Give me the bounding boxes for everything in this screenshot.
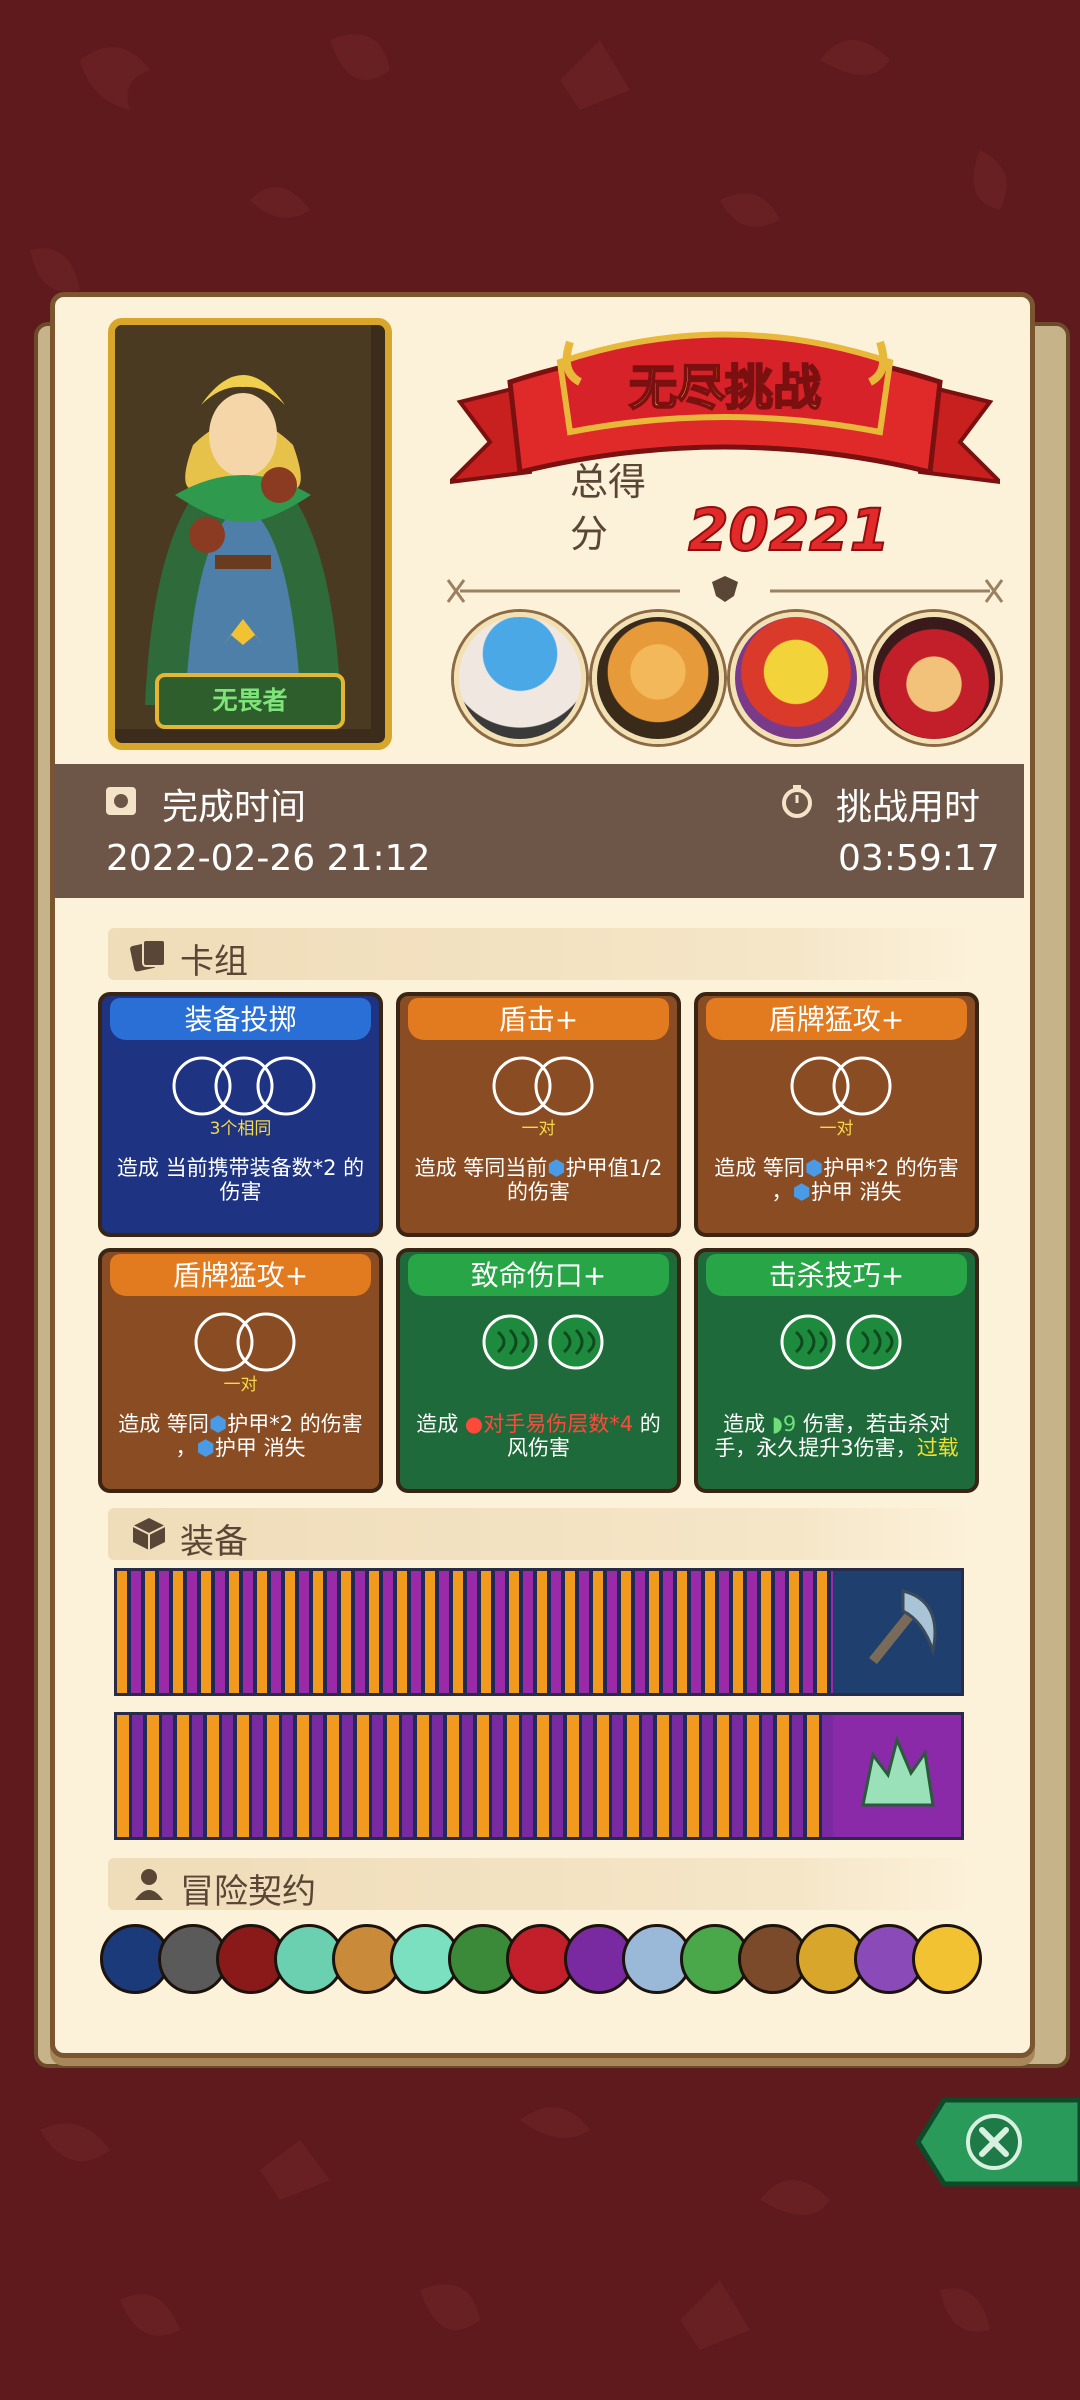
card-title: 击杀技巧+ — [706, 1254, 967, 1296]
card-desc-part: 造成 等同 — [714, 1156, 805, 1180]
card-desc-highlight: 过载 — [916, 1436, 959, 1460]
equipment-section-title: 装备 — [180, 1522, 248, 1562]
score-value: 20221 — [687, 496, 891, 564]
card-shield-assault[interactable]: 盾牌猛攻+ 一对 造成 等同⬢护甲*2 的伤害 ，⬢护甲 消失 — [694, 992, 979, 1237]
two-rings-icon — [194, 1312, 296, 1372]
gold-coin-icon[interactable] — [912, 1924, 982, 1994]
contract-section-title: 冒险契约 — [180, 1872, 316, 1912]
info-bar: 完成时间 2022-02-26 21:12 挑战用时 03:59:17 — [54, 764, 1024, 898]
equipment-slot-2[interactable] — [114, 1712, 964, 1840]
three-rings-icon — [172, 1056, 316, 1116]
hero-knight-icon — [115, 325, 371, 729]
two-rings-icon — [790, 1056, 892, 1116]
card-desc-part: 造成 — [723, 1412, 766, 1436]
card-desc-part: 造成 等同 — [118, 1412, 209, 1436]
card-desc-part: 护甲*2 的伤害 — [823, 1156, 959, 1180]
card-desc-line2: 伤害 — [219, 1180, 262, 1204]
card-shield-assault-2[interactable]: 盾牌猛攻+ 一对 造成 等同⬢护甲*2 的伤害 ，⬢护甲 消失 — [98, 1248, 383, 1493]
calendar-icon — [106, 787, 136, 815]
card-desc-part: 护甲值1/2 — [565, 1156, 663, 1180]
two-rings-icon — [492, 1056, 594, 1116]
card-title: 盾击+ — [408, 998, 669, 1040]
card-desc-line1: 造成 当前携带装备数*2 的 — [116, 1156, 365, 1180]
wind-orbs-icon — [482, 1314, 604, 1370]
devil-icon: ● — [464, 1412, 484, 1436]
close-icon — [966, 2114, 1022, 2170]
red-hat-demon-boss-icon[interactable] — [868, 612, 1000, 744]
card-equipment-throw[interactable]: 装备投掷 3个相同 造成 当前携带装备数*2 的 伤害 — [98, 992, 383, 1237]
scythe-axe-icon — [869, 1589, 937, 1665]
boss-divider — [446, 576, 1004, 603]
card-desc-part: ， — [771, 1180, 793, 1204]
shield-icon: ⬢ — [547, 1156, 566, 1180]
card-desc-part: 手，永久提升3伤害， — [714, 1436, 917, 1460]
yellow-demon-boss-icon[interactable] — [730, 612, 862, 744]
finish-time-value: 2022-02-26 21:12 — [106, 838, 431, 879]
card-desc-highlight: 对手易伤层数*4 — [483, 1412, 634, 1436]
contract-list — [100, 1924, 982, 1996]
person-icon — [135, 1869, 163, 1900]
card-kill-technique[interactable]: 击杀技巧+ 造成 ◗9 伤害，若击杀对 手，永久提升3伤害，过载 — [694, 1248, 979, 1493]
green-crystal-icon — [861, 1735, 935, 1807]
wind-icon: ◗ — [771, 1412, 783, 1436]
card-requirement: 一对 — [819, 1119, 854, 1139]
hero-name: 无畏者 — [155, 673, 345, 729]
contract-section-header: 冒险契约 — [108, 1858, 968, 1912]
hero-portrait[interactable]: 无畏者 — [108, 318, 392, 750]
deck-section-header: 卡组 — [108, 928, 968, 982]
challenge-time-label: 挑战用时 — [836, 787, 981, 828]
boss-list — [452, 612, 1000, 744]
deck-section-title: 卡组 — [180, 942, 248, 982]
banner-title: 无尽挑战 — [628, 359, 822, 417]
equipment-slot-1[interactable] — [114, 1568, 964, 1696]
card-desc-part: 护甲*2 的伤害 — [227, 1412, 363, 1436]
card-title: 盾牌猛攻+ — [110, 1254, 371, 1296]
equipment-section-header: 装备 — [108, 1508, 968, 1562]
card-title: 致命伤口+ — [408, 1254, 669, 1296]
stopwatch-icon — [782, 785, 812, 818]
card-desc-line2: 的伤害 — [507, 1180, 570, 1204]
card-requirement: 一对 — [521, 1119, 556, 1139]
card-desc-part: 护甲 消失 — [810, 1180, 902, 1204]
score-line: 总得分 20221 — [570, 460, 891, 564]
card-description: 造成 等同⬢护甲*2 的伤害 ，⬢护甲 消失 — [108, 1412, 373, 1460]
card-description: 造成 ◗9 伤害，若击杀对 手，永久提升3伤害，过载 — [704, 1412, 969, 1460]
card-title: 装备投掷 — [110, 998, 371, 1040]
card-desc-part: 护甲 消失 — [214, 1436, 306, 1460]
card-desc-part: 造成 — [416, 1412, 459, 1436]
shield-icon: ⬢ — [804, 1156, 824, 1180]
challenge-time-value: 03:59:17 — [838, 838, 1000, 879]
card-requirement: 一对 — [223, 1375, 258, 1395]
card-description: 造成 当前携带装备数*2 的 伤害 — [108, 1156, 373, 1204]
card-description: 造成 ●对手易伤层数*4 的 风伤害 — [406, 1412, 671, 1460]
equipment-icon-panel — [833, 1715, 961, 1837]
finish-time-label: 完成时间 — [162, 787, 307, 828]
card-shield-bash[interactable]: 盾击+ 一对 造成 等同当前⬢护甲值1/2 的伤害 — [396, 992, 681, 1237]
card-fatal-wound[interactable]: 致命伤口+ 造成 ●对手易伤层数*4 的 风伤害 — [396, 1248, 681, 1493]
card-title: 盾牌猛攻+ — [706, 998, 967, 1040]
card-requirement: 3个相同 — [209, 1119, 272, 1139]
score-label: 总得分 — [570, 460, 647, 556]
card-desc-line2: 风伤害 — [507, 1436, 570, 1460]
ogre-king-boss-icon[interactable] — [592, 612, 724, 744]
card-desc-part: 造成 等同当前 — [414, 1156, 548, 1180]
card-desc-part: 伤害，若击杀对 — [802, 1412, 950, 1436]
card-description: 造成 等同当前⬢护甲值1/2 的伤害 — [406, 1156, 671, 1204]
equipment-icon-panel — [833, 1571, 961, 1693]
shield-icon: ⬢ — [208, 1412, 228, 1436]
card-desc-part: ， — [175, 1436, 197, 1460]
cards-icon — [130, 939, 166, 972]
card-desc-number: 9 — [782, 1412, 797, 1436]
cube-icon — [132, 1518, 166, 1550]
shield-icon: ⬢ — [196, 1436, 215, 1460]
mushroom-sage-boss-icon[interactable] — [454, 612, 586, 744]
wind-orbs-icon — [780, 1314, 902, 1370]
close-button[interactable] — [914, 2092, 1080, 2192]
card-description: 造成 等同⬢护甲*2 的伤害 ，⬢护甲 消失 — [704, 1156, 969, 1204]
card-desc-part: 的 — [639, 1412, 661, 1436]
shield-icon: ⬢ — [792, 1180, 811, 1204]
